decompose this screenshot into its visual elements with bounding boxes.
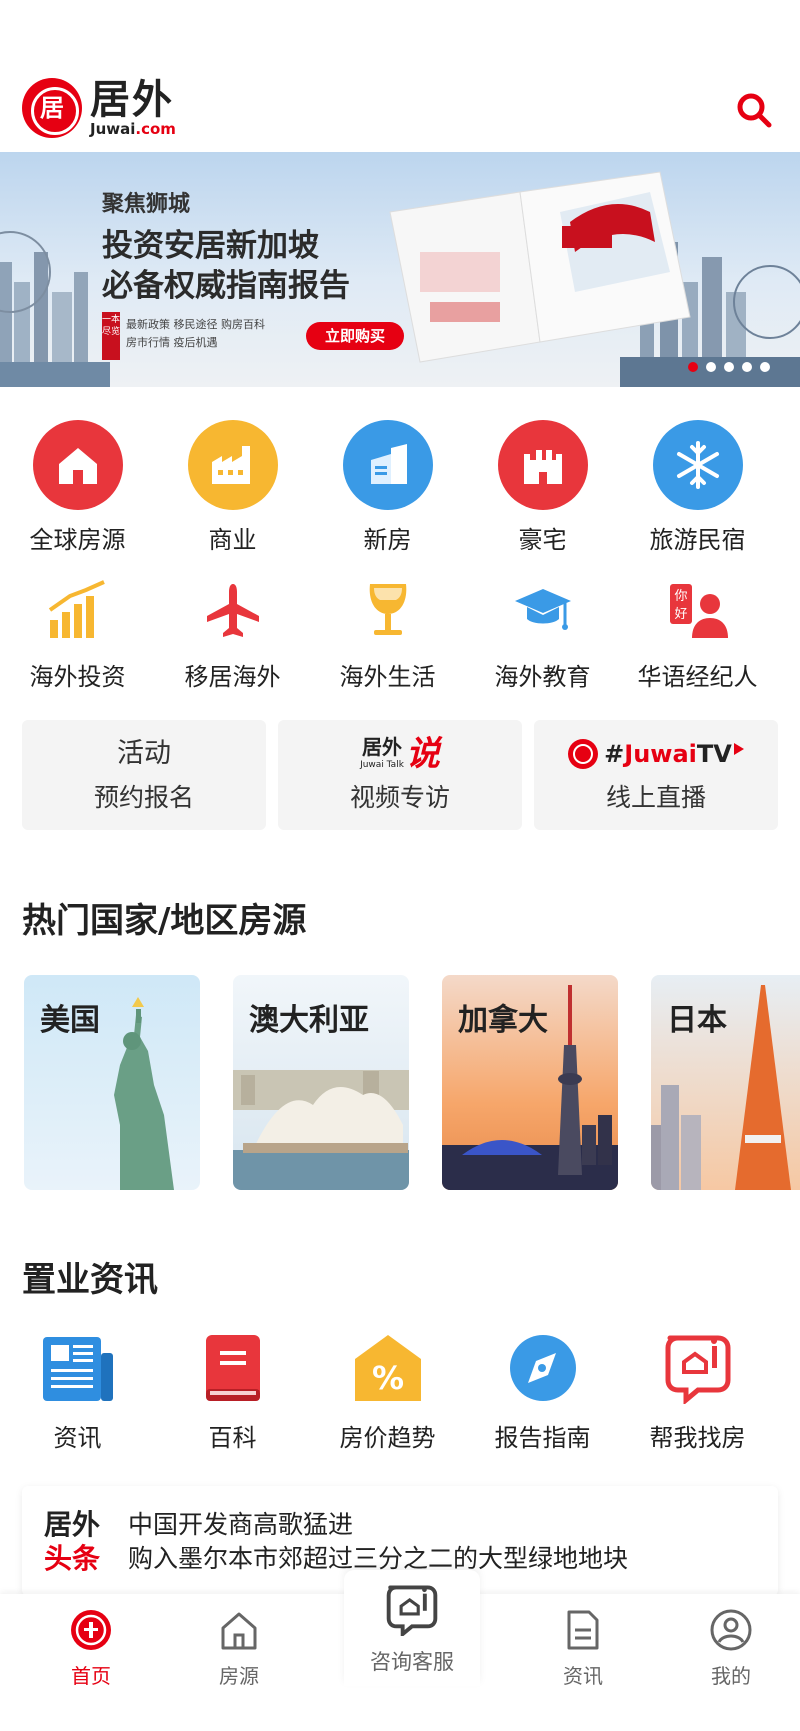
news-item-price-trends[interactable]: % 房价趋势 [310, 1332, 465, 1453]
country-carousel[interactable]: 美国 澳大利亚 加拿大 日本 [24, 975, 800, 1190]
juwai-tv-logo: # Juwai TV [534, 734, 778, 774]
building-icon [342, 420, 433, 510]
svg-text:好: 好 [674, 607, 687, 622]
snowflake-icon [652, 420, 743, 510]
country-card-australia[interactable]: 澳大利亚 [233, 975, 409, 1190]
banner-dot[interactable] [760, 362, 770, 372]
country-card-canada[interactable]: 加拿大 [442, 975, 618, 1190]
wine-glass-icon [353, 575, 423, 645]
banner-pagination[interactable] [688, 362, 770, 372]
country-card-usa[interactable]: 美国 [24, 975, 200, 1190]
app-header: 居 居外 Juwai.com [0, 0, 800, 152]
compass-icon [505, 1332, 581, 1404]
category-overseas-life[interactable]: 海外生活 [310, 575, 465, 692]
headline-line: 中国开发商高歌猛进 [128, 1510, 354, 1539]
news-item-reports[interactable]: 报告指南 [465, 1332, 620, 1453]
category-row-primary: 全球房源 商业 新房 豪宅 旅游民宿 [0, 420, 800, 555]
banner-dot[interactable] [724, 362, 734, 372]
banner-title-line2: 必备权威指南报告 [102, 268, 350, 304]
banner-title-line1: 投资安居新加坡 [102, 228, 319, 264]
house-icon [32, 420, 123, 510]
castle-icon [497, 420, 588, 510]
chat-house-icon [660, 1332, 736, 1404]
banner-vertical-tag: 一本尽览 [102, 312, 120, 360]
juwai-talk-logo: 居外 Juwai Talk 说 [360, 734, 440, 774]
logo-chinese-text: 居外 [90, 77, 174, 123]
events-card[interactable]: 活动 预约报名 [22, 720, 266, 830]
country-card-japan[interactable]: 日本 [651, 975, 800, 1190]
category-row-secondary: 海外投资 移居海外 海外生活 海外教育 你好 华语经纪人 [0, 575, 800, 692]
graduation-cap-icon [508, 575, 578, 645]
chart-icon [43, 575, 113, 645]
promo-banner[interactable]: 聚焦狮城 投资安居新加坡 必备权威指南报告 一本尽览 最新政策 移民途径 购房百… [0, 152, 800, 387]
juwai-tv-subtitle: 线上直播 [605, 783, 706, 812]
factory-icon [187, 420, 278, 510]
agent-icon: 你好 [663, 575, 733, 645]
headline-brand: 居外 头条 [44, 1508, 101, 1575]
headline-text[interactable]: 中国开发商高歌猛进 购入墨尔本市郊超过三分之二的大型绿地地块 [128, 1508, 628, 1576]
svg-text:你: 你 [674, 589, 687, 604]
news-item-find-home[interactable]: 帮我找房 [620, 1332, 775, 1453]
logo-english-text: Juwai.com [90, 120, 176, 138]
juwai-tv-emblem-icon [568, 739, 599, 769]
category-vacation-rentals[interactable]: 旅游民宿 [620, 420, 775, 555]
tab-listings[interactable]: 房源 [184, 1608, 294, 1689]
hot-countries-title: 热门国家/地区房源 [22, 901, 307, 941]
banner-dot[interactable] [688, 362, 698, 372]
banner-dot[interactable] [742, 362, 752, 372]
tab-home[interactable]: 首页 [36, 1608, 146, 1689]
tab-consult[interactable]: 咨询客服 [344, 1570, 480, 1686]
category-chinese-agents[interactable]: 你好 华语经纪人 [620, 575, 775, 692]
tab-news[interactable]: 资讯 [528, 1608, 638, 1689]
feature-cards: 活动 预约报名 居外 Juwai Talk 说 视频专访 # Juwai TV … [22, 720, 778, 830]
category-commercial[interactable]: 商业 [155, 420, 310, 555]
banner-tags: 最新政策 移民途径 购房百科 房市行情 疫后机遇 [126, 318, 265, 349]
category-overseas-investment[interactable]: 海外投资 [0, 575, 155, 692]
newspaper-icon [40, 1332, 116, 1404]
play-icon [733, 743, 744, 755]
events-card-subtitle: 预约报名 [93, 783, 194, 812]
news-item-news[interactable]: 资讯 [0, 1332, 155, 1453]
tab-mine[interactable]: 我的 [676, 1608, 786, 1689]
category-new-homes[interactable]: 新房 [310, 420, 465, 555]
buy-now-button[interactable]: 立即购买 [306, 322, 404, 350]
juwai-logo[interactable]: 居 居外 Juwai.com [22, 78, 176, 138]
user-icon [710, 1609, 752, 1651]
news-shortcuts: 资讯 百科 % 房价趋势 报告指南 帮我找房 [0, 1332, 800, 1453]
house-outline-icon [221, 1612, 257, 1650]
svg-text:%: % [371, 1359, 403, 1397]
category-emigrate[interactable]: 移居海外 [155, 575, 310, 692]
airplane-icon [198, 575, 268, 645]
banner-kicker: 聚焦狮城 [102, 192, 191, 217]
juwai-tv-card[interactable]: # Juwai TV 线上直播 [534, 720, 778, 830]
juwai-talk-subtitle: 视频专访 [349, 783, 450, 812]
banner-dot[interactable] [706, 362, 716, 372]
news-item-encyclopedia[interactable]: 百科 [155, 1332, 310, 1453]
search-icon[interactable] [734, 90, 774, 130]
chat-house-outline-icon [386, 1585, 438, 1639]
book-icon [195, 1332, 271, 1404]
juwai-talk-card[interactable]: 居外 Juwai Talk 说 视频专访 [278, 720, 522, 830]
percent-house-icon: % [350, 1332, 426, 1404]
category-overseas-education[interactable]: 海外教育 [465, 575, 620, 692]
logo-emblem-icon: 居 [22, 78, 82, 138]
document-icon [567, 1610, 599, 1650]
bottom-tab-bar: 首页 房源 咨询客服 资讯 我的 [0, 1570, 800, 1731]
home-logo-icon [71, 1610, 111, 1650]
category-luxury[interactable]: 豪宅 [465, 420, 620, 555]
events-card-title: 活动 [117, 738, 171, 769]
property-news-title: 置业资讯 [22, 1260, 158, 1300]
category-global-listings[interactable]: 全球房源 [0, 420, 155, 555]
